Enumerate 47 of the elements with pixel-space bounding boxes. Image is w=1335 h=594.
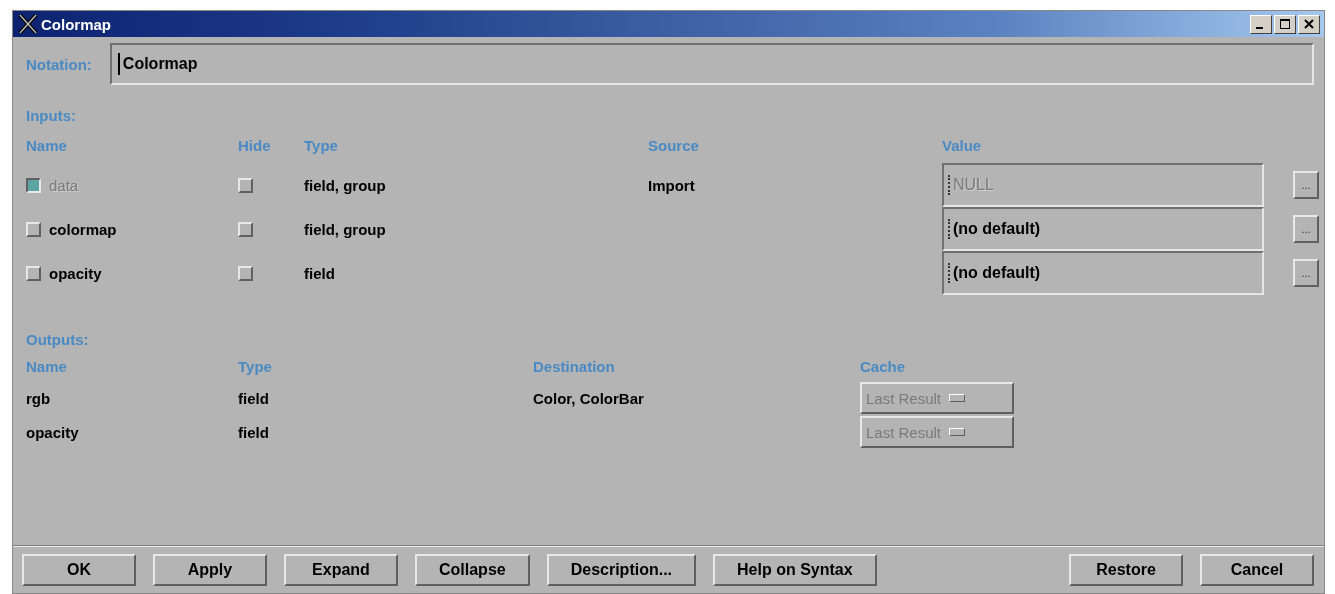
dialog-button[interactable]: Collapse	[415, 554, 530, 586]
column-header: Name	[26, 357, 67, 375]
input-name: opacity	[49, 264, 102, 282]
output-name: opacity	[26, 423, 79, 441]
browse-button[interactable]: ...	[1293, 259, 1319, 287]
column-header: Type	[304, 136, 338, 154]
close-icon	[1303, 18, 1315, 30]
input-type: field	[304, 264, 335, 282]
input-type: field, group	[304, 176, 386, 194]
column-header: Cache	[860, 357, 906, 375]
dialog-button[interactable]: Apply	[153, 554, 267, 586]
window-title: Colormap	[41, 15, 111, 33]
notation-label: Notation:	[26, 55, 92, 73]
notation-field[interactable]: Colormap	[109, 43, 1314, 85]
column-header: Name	[26, 136, 67, 154]
dialog-button[interactable]: Restore	[1069, 554, 1183, 586]
maximize-button[interactable]	[1274, 14, 1296, 34]
outputs-heading: Outputs:	[26, 331, 90, 350]
input-source: Import	[648, 176, 695, 194]
x-logo-icon	[17, 13, 39, 35]
maximize-icon	[1279, 18, 1291, 30]
input-name: colormap	[49, 220, 117, 238]
column-header: Type	[238, 357, 272, 375]
close-button[interactable]	[1298, 14, 1320, 34]
output-name: rgb	[26, 389, 51, 407]
input-name: data	[49, 176, 79, 194]
column-header: Source	[648, 136, 699, 154]
dialog-button[interactable]: Cancel	[1200, 554, 1314, 586]
input-type: field, group	[304, 220, 386, 238]
output-type: field	[238, 389, 269, 407]
column-header: Value	[942, 136, 982, 154]
dialog-button[interactable]: Help on Syntax	[713, 554, 877, 586]
value-field[interactable]: (no default)	[942, 251, 1264, 295]
output-destination: Color, ColorBar	[533, 389, 644, 407]
column-header: Destination	[533, 357, 615, 375]
column-header: Hide	[238, 136, 271, 154]
browse-button[interactable]: ...	[1293, 215, 1319, 243]
output-type: field	[238, 423, 269, 441]
dialog-button[interactable]: OK	[22, 554, 136, 586]
hide-checkbox[interactable]	[238, 221, 253, 237]
minimize-icon	[1256, 27, 1263, 29]
value-field[interactable]: (no default)	[942, 207, 1264, 251]
dialog-button[interactable]: Expand	[284, 554, 398, 586]
minimize-button[interactable]	[1250, 14, 1272, 34]
dialog-button[interactable]: Description...	[546, 554, 697, 586]
hide-checkbox[interactable]	[238, 265, 253, 281]
inputs-heading: Inputs:	[26, 107, 77, 126]
